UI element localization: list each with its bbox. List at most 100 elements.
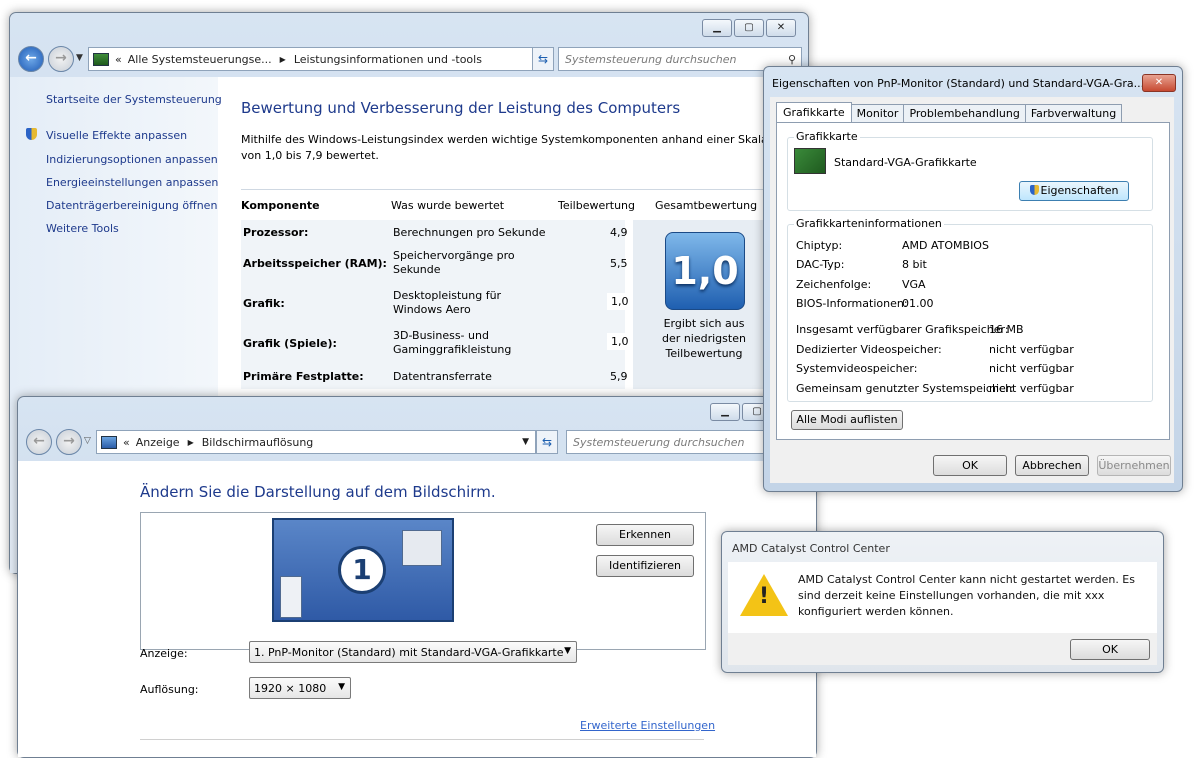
column-header-component: Komponente <box>241 199 320 212</box>
advanced-settings-link[interactable]: Erweiterte Einstellungen <box>580 719 715 732</box>
monitor-number-badge: 1 <box>338 546 386 594</box>
component-label: Grafik: <box>243 297 285 310</box>
tab-panel: Grafikkarte Standard-VGA-Grafikkarte Eig… <box>776 122 1170 440</box>
cancel-button[interactable]: Abbrechen <box>1015 455 1089 476</box>
memory-value: nicht verfügbar <box>989 362 1074 375</box>
memory-label: Dedizierter Videospeicher: <box>796 343 942 356</box>
tab-strip: Grafikkarte Monitor Problembehandlung Farbv… <box>776 102 1123 124</box>
info-value: 01.00 <box>902 297 934 310</box>
sidebar-link-more-tools[interactable]: Weitere Tools <box>46 222 119 235</box>
identify-button[interactable]: Identifizieren <box>596 555 694 577</box>
memory-label: Gemeinsam genutzter Systemspeicher: <box>796 382 1014 395</box>
apply-button[interactable]: Übernehmen <box>1097 455 1171 476</box>
dialog-title: AMD Catalyst Control Center <box>732 542 890 555</box>
minimize-button[interactable]: ▁ <box>702 19 732 37</box>
breadcrumb-item[interactable]: Alle Systemsteuerungse... <box>128 53 272 66</box>
ok-button[interactable]: OK <box>933 455 1007 476</box>
tab-problembehandlung[interactable]: Problembehandlung <box>903 104 1026 122</box>
address-bar[interactable]: « Anzeige ▶ Bildschirmauflösung ▼ <box>96 430 536 454</box>
back-arrow-icon: ← <box>33 433 45 449</box>
memory-label: Insgesamt verfügbarer Grafikspeicher: <box>796 323 1009 336</box>
back-button[interactable]: ← <box>26 429 52 455</box>
column-header-basescore: Gesamtbewertung <box>655 199 758 212</box>
taskbar-preview-icon <box>280 576 302 618</box>
forward-button[interactable]: → <box>56 429 82 455</box>
subscore-value: 1,0 <box>607 333 633 350</box>
display-settings-icon <box>101 435 117 449</box>
rated-label: 3D-Business- und Gaminggrafikleistung <box>393 329 512 356</box>
amd-error-dialog: AMD Catalyst Control Center ! AMD Cataly… <box>721 531 1164 673</box>
address-bar[interactable]: « Alle Systemsteuerungse... ▶ Leistungsi… <box>88 47 552 71</box>
table-row: Primäre Festplatte: Datentransferrate 5,… <box>241 364 628 388</box>
table-row: Grafik: Desktopleistung für Windows Aero… <box>241 287 633 321</box>
sidebar-link-home[interactable]: Startseite der Systemsteuerung <box>46 93 222 106</box>
breadcrumb-overflow[interactable]: « <box>123 436 130 449</box>
table-row: Prozessor: Berechnungen pro Sekunde 4,9 <box>241 220 628 244</box>
back-arrow-icon: ← <box>25 50 37 66</box>
tab-farbverwaltung[interactable]: Farbverwaltung <box>1024 104 1123 122</box>
detect-button[interactable]: Erkennen <box>596 524 694 546</box>
component-label: Prozessor: <box>243 226 309 239</box>
search-icon[interactable]: ⚲ <box>788 53 796 66</box>
memory-value: 16 MB <box>989 323 1024 336</box>
display-select[interactable]: 1. PnP-Monitor (Standard) mit Standard-V… <box>249 641 577 663</box>
subscore-value: 4,9 <box>610 226 628 239</box>
column-header-rated: Was wurde bewertet <box>391 199 505 212</box>
breadcrumb-separator-icon: ▶ <box>187 437 194 447</box>
display-content: Ändern Sie die Darstellung auf dem Bilds… <box>18 461 816 757</box>
memory-value: nicht verfügbar <box>989 343 1074 356</box>
error-message: AMD Catalyst Control Center kann nicht g… <box>798 573 1135 618</box>
uac-shield-icon <box>1029 185 1039 195</box>
list-all-modes-button[interactable]: Alle Modi auflisten <box>791 410 903 430</box>
sidebar-link-disk-cleanup[interactable]: Datenträgerbereinigung öffnen <box>46 199 217 212</box>
sidebar-link-indexing[interactable]: Indizierungsoptionen anpassen <box>46 153 218 166</box>
breadcrumb-item[interactable]: Anzeige <box>136 436 180 449</box>
forward-button[interactable]: → <box>48 46 74 72</box>
sidebar-link-visual-effects[interactable]: Visuelle Effekte anpassen <box>46 129 187 142</box>
properties-dialog: Eigenschaften von PnP-Monitor (Standard)… <box>763 66 1183 492</box>
breadcrumb-item[interactable]: Leistungsinformationen und -tools <box>294 53 482 66</box>
page-heading: Bewertung und Verbesserung der Leistung … <box>241 99 681 117</box>
info-label: BIOS-Informationen: <box>796 297 908 310</box>
history-dropdown-icon[interactable]: ▽ <box>84 436 91 446</box>
minimize-button[interactable]: ▁ <box>710 403 740 421</box>
score-table: Komponente Was wurde bewertet Teilbewert… <box>241 189 771 389</box>
dialog-body: Grafikkarte Monitor Problembehandlung Farbv… <box>770 97 1174 483</box>
subscore-value: 5,5 <box>610 257 628 270</box>
tab-monitor[interactable]: Monitor <box>850 104 905 122</box>
ok-button[interactable]: OK <box>1070 639 1150 660</box>
tab-grafikkarte[interactable]: Grafikkarte <box>776 102 852 123</box>
refresh-button[interactable]: ⇆ <box>536 430 558 454</box>
component-label: Grafik (Spiele): <box>243 337 337 350</box>
close-button[interactable]: ✕ <box>766 19 796 37</box>
dialog-title: Eigenschaften von PnP-Monitor (Standard)… <box>772 77 1145 90</box>
uac-shield-icon <box>26 128 37 140</box>
info-value: AMD ATOMBIOS <box>902 239 989 252</box>
control-panel-icon <box>93 52 109 66</box>
refresh-button[interactable]: ⇆ <box>532 47 554 71</box>
resolution-select-value: 1920 × 1080 <box>254 682 327 695</box>
maximize-button[interactable]: ▢ <box>734 19 764 37</box>
breadcrumb-item[interactable]: Bildschirmauflösung <box>202 436 314 449</box>
info-value: 8 bit <box>902 258 927 271</box>
table-row: Grafik (Spiele): 3D-Business- und Gaming… <box>241 327 633 361</box>
info-label: DAC-Typ: <box>796 258 845 271</box>
info-value: VGA <box>902 278 926 291</box>
breadcrumb-overflow[interactable]: « <box>115 53 122 66</box>
refresh-icon: ⇆ <box>541 435 553 449</box>
graphics-card-icon <box>794 148 826 174</box>
adapter-properties-button[interactable]: Eigenschaften <box>1019 181 1129 201</box>
adapter-group-title: Grafikkarte <box>794 130 860 143</box>
table-row: Arbeitsspeicher (RAM): Speichervorgänge … <box>241 247 628 281</box>
rated-label: Berechnungen pro Sekunde <box>393 226 546 239</box>
sidebar-link-power[interactable]: Energieeinstellungen anpassen <box>46 176 218 189</box>
monitor-thumbnail[interactable]: 1 <box>272 518 454 622</box>
address-dropdown-icon[interactable]: ▼ <box>522 437 529 447</box>
base-score-panel: 1,0 Ergibt sich aus der niedrigsten Teil… <box>633 220 771 389</box>
resolution-select[interactable]: 1920 × 1080 ▼ <box>249 677 351 699</box>
back-button[interactable]: ← <box>18 46 44 72</box>
rated-label: Speichervorgänge pro Sekunde <box>393 249 515 276</box>
close-button[interactable]: ✕ <box>1142 74 1176 92</box>
history-dropdown-icon[interactable]: ▼ <box>76 53 83 63</box>
monitor-number: 1 <box>352 553 372 586</box>
